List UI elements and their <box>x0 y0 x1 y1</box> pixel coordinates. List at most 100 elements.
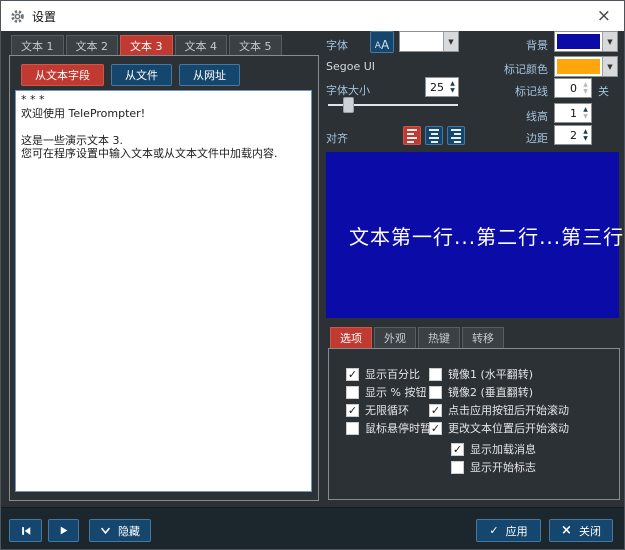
arrow-up-icon[interactable]: ▲ <box>583 106 588 113</box>
arrow-up-icon[interactable]: ▲ <box>583 128 588 135</box>
hide-label: 隐藏 <box>118 523 140 539</box>
tab-label: 文本 3 <box>130 38 163 54</box>
background-color-dropdown[interactable]: ▼ <box>554 31 618 52</box>
button-label: 从网址 <box>193 67 226 83</box>
arrow-down-icon[interactable]: ▼ <box>583 135 588 142</box>
tab-text-2[interactable]: 文本 2 <box>66 35 119 56</box>
play-button[interactable] <box>48 519 79 542</box>
checkbox-unchecked[interactable] <box>429 368 442 381</box>
arrow-up-icon[interactable]: ▲ <box>583 81 588 88</box>
font-size-stepper[interactable]: 25 ▲▼ <box>425 77 459 97</box>
checkbox-unchecked[interactable] <box>451 461 464 474</box>
option-mirror-2[interactable]: 镜像2 (垂直翻转) <box>429 384 533 400</box>
line-height-stepper[interactable]: 1 ▲▼ <box>554 103 592 123</box>
line-height-value: 1 <box>555 104 580 122</box>
arrow-up-icon[interactable]: ▲ <box>450 80 455 87</box>
option-show-percent[interactable]: ✓ 显示百分比 <box>346 366 420 382</box>
title-bar: 设置 × <box>1 1 624 31</box>
align-center-icon <box>429 129 439 131</box>
mark-line-label: 标记线 <box>506 83 548 99</box>
align-left-button[interactable] <box>403 126 421 145</box>
hide-button[interactable]: 隐藏 <box>89 519 151 542</box>
option-show-start-flag[interactable]: 显示开始标志 <box>451 459 536 475</box>
stepper-arrows[interactable]: ▲▼ <box>580 104 591 122</box>
preview-text: 文本第一行...第二行...第三行 <box>326 221 624 250</box>
font-family-value: Segoe UI <box>326 60 375 73</box>
option-scroll-on-apply[interactable]: ✓点击应用按钮后开始滚动 <box>429 402 569 418</box>
option-mirror-1[interactable]: 镜像1 (水平翻转) <box>429 366 533 382</box>
checkbox-checked[interactable]: ✓ <box>451 443 464 456</box>
arrow-down-icon[interactable]: ▼ <box>450 87 455 94</box>
align-right-button[interactable] <box>447 126 465 145</box>
checkbox-checked[interactable]: ✓ <box>429 404 442 417</box>
checkbox-checked[interactable]: ✓ <box>346 404 359 417</box>
mark-color-dropdown[interactable]: ▼ <box>554 56 618 77</box>
checkbox-label: 镜像2 (垂直翻转) <box>448 384 533 400</box>
background-color-swatch <box>557 34 600 49</box>
play-icon <box>58 525 69 536</box>
tab-hotkeys[interactable]: 热键 <box>418 327 460 348</box>
tab-text-1[interactable]: 文本 1 <box>11 35 64 56</box>
bottom-bar: 隐藏 ✓ 应用 × 关闭 <box>1 507 624 550</box>
option-show-load-message[interactable]: ✓ 显示加载消息 <box>451 441 536 457</box>
tab-text-4[interactable]: 文本 4 <box>175 35 228 56</box>
skip-to-start-button[interactable] <box>9 519 42 542</box>
font-picker-button[interactable]: AA <box>370 31 394 53</box>
button-label: 从文本字段 <box>35 67 90 83</box>
tab-options[interactable]: 选项 <box>330 327 372 348</box>
checkbox-unchecked[interactable] <box>346 422 359 435</box>
align-right-icon <box>451 129 461 131</box>
close-icon[interactable]: × <box>597 4 611 28</box>
close-label: 关闭 <box>579 523 601 539</box>
mark-line-stepper[interactable]: 0 ▲▼ <box>554 78 592 98</box>
option-infinite-loop[interactable]: ✓ 无限循环 <box>346 402 409 418</box>
slider-handle[interactable] <box>343 97 354 113</box>
from-file-button[interactable]: 从文件 <box>111 64 172 86</box>
checkbox-checked[interactable]: ✓ <box>346 368 359 381</box>
font-size-slider[interactable] <box>328 97 458 113</box>
stepper-arrows[interactable]: ▲▼ <box>447 78 458 96</box>
from-textfield-button[interactable]: 从文本字段 <box>21 64 104 86</box>
tab-text-5[interactable]: 文本 5 <box>229 35 282 56</box>
margin-stepper[interactable]: 2 ▲▼ <box>554 125 592 145</box>
tab-label: 文本 2 <box>76 38 109 54</box>
option-pause-on-hover[interactable]: 鼠标悬停时暂停 <box>346 420 442 436</box>
button-label: 从文件 <box>125 67 158 83</box>
checkbox-label: 显示加载消息 <box>470 441 536 457</box>
script-text-input[interactable]: * * * 欢迎使用 TelePrompter! 这是一些演示文本 3. 您可在… <box>15 90 312 492</box>
tab-appearance[interactable]: 外观 <box>374 327 416 348</box>
align-center-button[interactable] <box>425 126 443 145</box>
mark-line-state: 关 <box>598 83 609 99</box>
close-button[interactable]: × 关闭 <box>549 519 613 542</box>
checkbox-unchecked[interactable] <box>429 386 442 399</box>
teleprompter-preview: 文本第一行...第二行...第三行 <box>326 152 619 318</box>
window-title: 设置 <box>32 8 56 25</box>
checkbox-checked[interactable]: ✓ <box>429 422 442 435</box>
option-show-percent-button[interactable]: 显示 % 按钮 <box>346 384 426 400</box>
source-button-row: 从文本字段 从文件 从网址 <box>21 64 240 86</box>
option-scroll-on-position-change[interactable]: ✓更改文本位置后开始滚动 <box>429 420 569 436</box>
from-url-button[interactable]: 从网址 <box>179 64 240 86</box>
font-color-dropdown[interactable]: ▼ <box>399 31 459 52</box>
checkbox-label: 镜像1 (水平翻转) <box>448 366 533 382</box>
tab-label: 外观 <box>384 330 406 346</box>
stepper-arrows[interactable]: ▲▼ <box>580 126 591 144</box>
skip-to-start-icon <box>20 525 32 537</box>
chevron-down-icon: ▼ <box>443 32 458 51</box>
tab-transfer[interactable]: 转移 <box>462 327 504 348</box>
stepper-arrows[interactable]: ▲▼ <box>580 79 591 97</box>
mark-color-swatch <box>557 59 600 74</box>
align-label: 对齐 <box>326 130 348 146</box>
tab-label: 文本 4 <box>185 38 218 54</box>
tab-text-3[interactable]: 文本 3 <box>120 35 173 56</box>
checkbox-label: 显示百分比 <box>365 366 420 382</box>
mark-line-value: 0 <box>555 79 580 97</box>
tab-label: 转移 <box>472 330 494 346</box>
chevron-down-icon: ▼ <box>602 57 617 76</box>
checkbox-label: 无限循环 <box>365 402 409 418</box>
arrow-down-icon[interactable]: ▼ <box>583 88 588 95</box>
arrow-down-icon[interactable]: ▼ <box>583 113 588 120</box>
apply-button[interactable]: ✓ 应用 <box>476 519 541 542</box>
checkbox-unchecked[interactable] <box>346 386 359 399</box>
font-size-value: 25 <box>426 78 447 96</box>
